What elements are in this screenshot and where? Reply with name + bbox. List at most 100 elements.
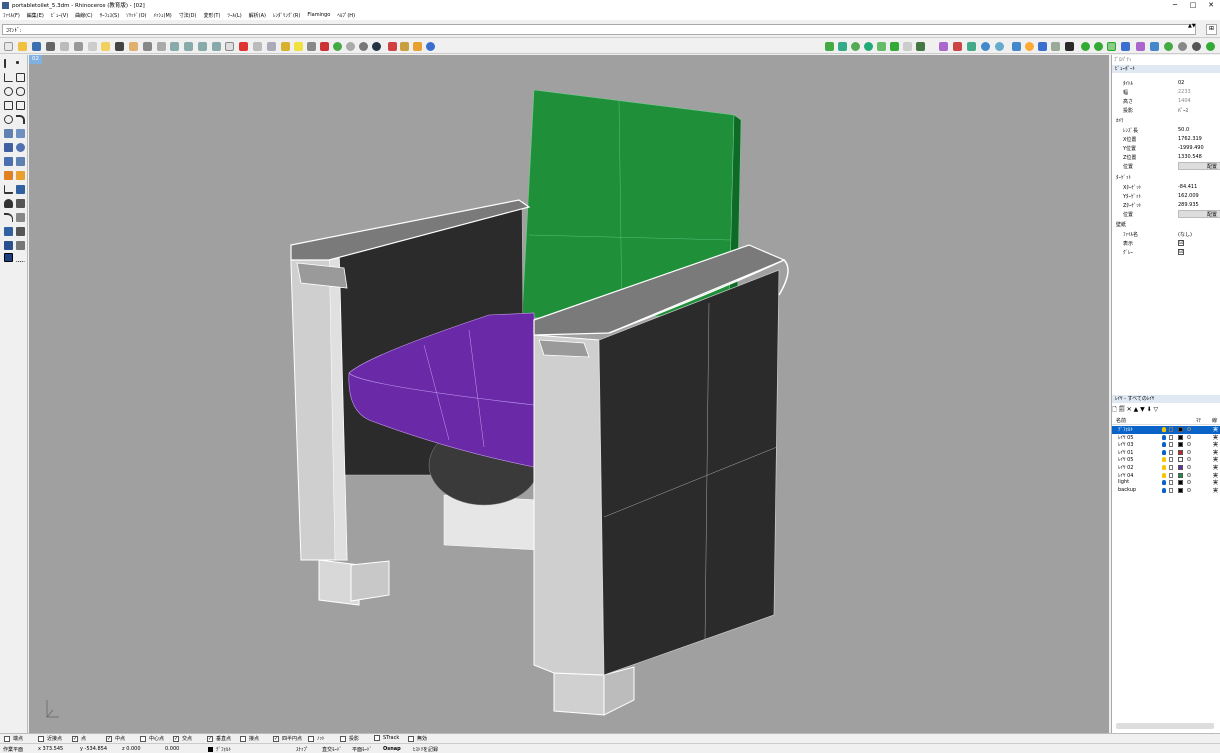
layer-material-icon[interactable] [1187, 472, 1191, 477]
layer-visible-bulb-icon[interactable] [1162, 449, 1166, 455]
layer-material-icon[interactable] [1187, 434, 1191, 439]
minimize-button[interactable]: ─ [1166, 1, 1184, 9]
layer-visible-bulb-icon[interactable] [1162, 487, 1166, 493]
render-tool-15-icon[interactable] [1136, 42, 1145, 51]
menu-solid[interactable]: ｿﾘｯﾄﾞ(O) [126, 12, 146, 19]
menu-render[interactable]: ﾚﾝﾀﾞﾘﾝｸﾞ(R) [273, 12, 300, 19]
layer-linetype[interactable]: 実 [1213, 487, 1218, 494]
polygon-icon[interactable] [4, 101, 13, 110]
layer-material-icon[interactable] [1187, 449, 1191, 454]
join-icon[interactable] [4, 213, 13, 222]
status-ortho[interactable]: 直交ﾓｰﾄﾞ [322, 746, 342, 753]
lock-icon[interactable] [307, 42, 316, 51]
layer-visible-bulb-icon[interactable] [1162, 427, 1166, 432]
ellipse-icon[interactable] [16, 87, 25, 96]
layer-row[interactable]: ﾚｲﾔ 05 実 [1112, 456, 1220, 464]
render-tool-19-icon[interactable] [1192, 42, 1201, 51]
prop-value[interactable]: 162.009 [1178, 193, 1199, 199]
col-name[interactable]: 名前 [1116, 417, 1126, 424]
menu-flamingo[interactable]: Flamingo [307, 12, 330, 18]
osnap-item[interactable]: 無効 [408, 735, 427, 742]
offset-icon[interactable] [16, 213, 25, 222]
layer-name[interactable]: ﾃﾞﾌｫﾙﾄ [1118, 426, 1133, 433]
copy-icon[interactable] [88, 42, 97, 51]
rotate-view-icon[interactable] [157, 42, 166, 51]
box-icon[interactable] [4, 143, 13, 152]
hide-objects-icon[interactable] [281, 42, 290, 51]
cut-icon[interactable] [74, 42, 83, 51]
layer-linetype[interactable]: 実 [1213, 449, 1218, 456]
layer-row[interactable]: ﾚｲﾔ 04 実 [1112, 472, 1220, 480]
layer-color-swatch[interactable] [1178, 480, 1183, 486]
new-file-icon[interactable] [4, 42, 13, 51]
extrude-surface-icon[interactable] [16, 129, 25, 138]
menu-analyze[interactable]: 解析(A) [249, 12, 266, 19]
import-icon[interactable] [60, 42, 69, 51]
paste-icon[interactable] [101, 42, 110, 51]
osnap-checkbox[interactable] [308, 735, 314, 742]
render-preview-icon[interactable] [4, 253, 13, 262]
layer-name[interactable]: ﾚｲﾔ 04 [1118, 472, 1133, 479]
array-icon[interactable] [4, 227, 13, 236]
render-tool-3-icon[interactable] [967, 42, 976, 51]
osnap-item[interactable]: ✓ 四半円点 [273, 735, 302, 742]
mirror-icon[interactable] [16, 227, 25, 236]
layer-row[interactable]: ﾚｲﾔ 05 実 [1112, 434, 1220, 442]
render-sphere-icon[interactable] [333, 42, 342, 51]
layer-material-icon[interactable] [1187, 487, 1191, 492]
layer-material-icon[interactable] [1187, 457, 1191, 462]
menu-edit[interactable]: 編集(E) [27, 12, 44, 19]
menu-tools[interactable]: ﾂｰﾙ(L) [227, 12, 241, 19]
layer-row[interactable]: ﾚｲﾔ 03 実 [1112, 441, 1220, 449]
layer-color-swatch[interactable] [1178, 472, 1183, 478]
layer-name[interactable]: backup [1118, 487, 1136, 493]
explode-icon[interactable] [16, 171, 25, 180]
osnap-checkbox[interactable]: ✓ [72, 735, 78, 742]
render-tool-11-icon[interactable] [1081, 42, 1090, 51]
layer-linetype[interactable]: 実 [1213, 479, 1218, 486]
render-tool-17-icon[interactable] [1164, 42, 1173, 51]
layer-color-swatch[interactable] [1178, 465, 1183, 470]
layer-row[interactable]: light 実 [1112, 479, 1220, 487]
layer-linetype[interactable]: 実 [1213, 434, 1218, 441]
viewport-layout-icon[interactable] [225, 42, 234, 51]
layer-row[interactable]: ﾚｲﾔ 02 実 [1112, 464, 1220, 472]
fillet-icon[interactable] [16, 115, 25, 124]
show-checkbox[interactable]: ☑ [1178, 240, 1184, 246]
prop-value[interactable]: 1330.548 [1178, 154, 1202, 160]
layer-linetype[interactable]: 実 [1213, 464, 1218, 471]
layer-horizontal-scrollbar[interactable] [1116, 723, 1214, 729]
layer-material-icon[interactable] [1187, 427, 1191, 431]
layer-visible-bulb-icon[interactable] [1162, 434, 1166, 440]
analyze-icon[interactable] [16, 241, 25, 250]
shaded-sphere-icon[interactable] [346, 42, 355, 51]
rendered-sphere-icon[interactable] [359, 42, 368, 51]
flamingo-environment-icon[interactable] [864, 42, 873, 51]
layer-visible-bulb-icon[interactable] [1162, 480, 1166, 486]
layer-color-swatch[interactable] [1178, 487, 1183, 493]
render-tool-2-icon[interactable] [953, 42, 962, 51]
render-tool-13-icon[interactable] [1107, 42, 1116, 51]
layer-material-icon[interactable] [1187, 480, 1191, 485]
layer-row[interactable]: ﾚｲﾔ 01 実 [1112, 449, 1220, 457]
target-place-button[interactable]: 配置 [1178, 210, 1220, 218]
boolean-icon[interactable] [16, 143, 25, 152]
layer-color-swatch[interactable] [1178, 449, 1183, 455]
polyline-icon[interactable] [4, 73, 13, 82]
osnap-item[interactable]: 接点 [240, 735, 259, 742]
perspective-viewport[interactable]: 02 [29, 55, 1109, 733]
light-icon[interactable] [4, 171, 13, 180]
layer-lock-icon[interactable] [1169, 442, 1173, 448]
osnap-item[interactable]: ✓ 中点 [106, 735, 125, 742]
render-tool-8-icon[interactable] [1038, 42, 1047, 51]
osnap-checkbox[interactable] [408, 735, 414, 742]
prop-value[interactable]: (なし) [1178, 231, 1192, 238]
status-snap[interactable]: ｽﾅｯﾌﾟ [296, 746, 309, 753]
osnap-checkbox[interactable] [140, 735, 146, 742]
render-tool-20-icon[interactable] [1206, 42, 1215, 51]
properties-tab[interactable]: ﾌﾟﾛﾊﾟﾃｨ [1114, 56, 1132, 63]
layer-row[interactable]: backup 実 [1112, 487, 1220, 495]
gear-icon[interactable] [400, 42, 409, 51]
status-planar[interactable]: 平面ﾓｰﾄﾞ [352, 746, 372, 753]
osnap-checkbox[interactable]: ✓ [173, 735, 179, 742]
